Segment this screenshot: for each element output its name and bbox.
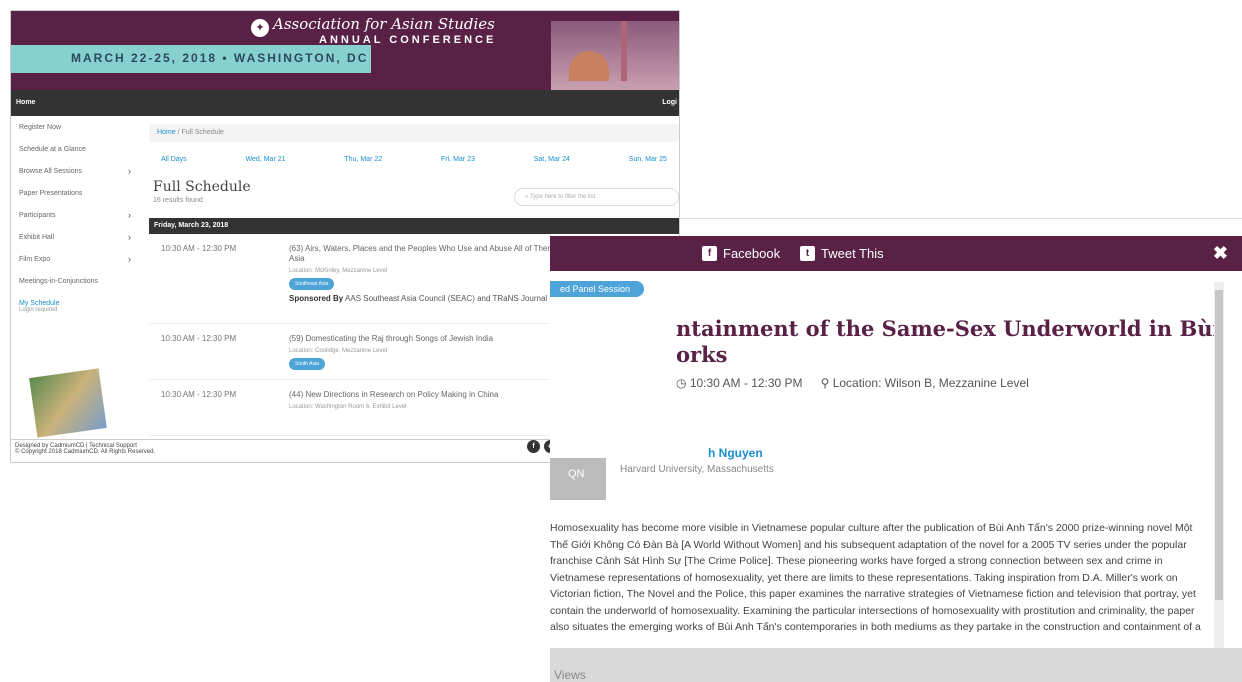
avatar: QN bbox=[550, 458, 606, 500]
session-tag[interactable]: Southeast Asia bbox=[289, 278, 335, 290]
banner-conf: ANNUAL CONFERENCE bbox=[319, 34, 497, 46]
conference-banner: ✦ Association for Asian Studies ANNUAL C… bbox=[11, 11, 679, 90]
sidebar-item-label: Browse All Sessions bbox=[19, 168, 83, 175]
sidebar-item-label: Exhibit Hall bbox=[19, 234, 55, 241]
day-header: Friday, March 23, 2018 bbox=[149, 218, 679, 234]
facebook-label: Facebook bbox=[723, 246, 781, 261]
top-nav: Home Logi bbox=[11, 90, 679, 116]
tab-thu[interactable]: Thu, Mar 22 bbox=[344, 156, 382, 163]
breadcrumb-current: Full Schedule bbox=[181, 129, 224, 136]
session-location-meta: ⚲ Location: Wilson B, Mezzanine Level bbox=[821, 376, 1029, 390]
map-pin-icon: ⚲ bbox=[820, 376, 830, 390]
filter-placeholder: Type here to filter the list bbox=[529, 194, 596, 200]
session-time: 10:30 AM - 12:30 PM bbox=[161, 244, 237, 253]
session-meta: ◷ 10:30 AM - 12:30 PM ⚲ Location: Wilson… bbox=[676, 376, 1029, 390]
sidebar-item-meetings[interactable]: Meetings-in-Conjunctions bbox=[11, 270, 141, 292]
banner-org: Association for Asian Studies bbox=[273, 15, 495, 33]
scrollbar-thumb[interactable] bbox=[1215, 290, 1223, 600]
capitol-illustration bbox=[551, 21, 679, 90]
views-section: Views bbox=[550, 648, 1242, 682]
sidebar-item-label: Participants bbox=[19, 212, 56, 219]
tab-fri[interactable]: Fri, Mar 23 bbox=[441, 156, 475, 163]
session-time-meta: ◷ 10:30 AM - 12:30 PM bbox=[676, 376, 803, 390]
facebook-icon: f bbox=[702, 246, 717, 261]
breadcrumb-home[interactable]: Home bbox=[157, 129, 176, 136]
chevron-right-icon: › bbox=[128, 166, 131, 176]
chevron-right-icon: › bbox=[128, 210, 131, 220]
sponsor-label: Sponsored By bbox=[289, 294, 344, 303]
session-type-badge: ed Panel Session bbox=[550, 281, 645, 297]
sidebar-item-participants[interactable]: Participants › bbox=[11, 204, 141, 226]
location-value: Location: Wilson B, Mezzanine Level bbox=[832, 376, 1029, 390]
sidebar-item-label: Film Expo bbox=[19, 256, 51, 263]
tab-wed[interactable]: Wed, Mar 21 bbox=[246, 156, 286, 163]
sidebar-item-my-schedule[interactable]: My Schedule bbox=[11, 292, 141, 307]
promo-thumbnail[interactable] bbox=[29, 368, 107, 438]
sidebar-item-browse-sessions[interactable]: Browse All Sessions › bbox=[11, 160, 141, 182]
facebook-icon[interactable]: f bbox=[527, 440, 540, 453]
divider-line bbox=[680, 218, 1242, 219]
session-title-line1: ntainment of the Same-Sex Underworld in … bbox=[676, 316, 1221, 341]
sidebar-item-label: Schedule at a Glance bbox=[19, 146, 86, 153]
modal-share-bar: f Facebook t Tweet This ✖ bbox=[550, 236, 1242, 271]
sidebar-item-paper-presentations[interactable]: Paper Presentations bbox=[11, 182, 141, 204]
clock-icon: ◷ bbox=[676, 376, 687, 390]
nav-login-link[interactable]: Logi bbox=[662, 99, 677, 106]
sidebar-item-label: Paper Presentations bbox=[19, 190, 83, 197]
sidebar-item-register[interactable]: Register Now bbox=[11, 116, 141, 138]
time-value: 10:30 AM - 12:30 PM bbox=[689, 376, 803, 390]
facebook-share-button[interactable]: f Facebook bbox=[702, 246, 780, 261]
session-tag[interactable]: South Asia bbox=[289, 358, 325, 370]
chevron-right-icon: › bbox=[128, 254, 131, 264]
sidebar: Register Now Schedule at a Glance Browse… bbox=[11, 116, 141, 313]
tab-all-days[interactable]: All Days bbox=[161, 156, 187, 163]
session-title-line2: orks bbox=[676, 342, 728, 367]
session-time: 10:30 AM - 12:30 PM bbox=[161, 390, 237, 399]
chevron-right-icon: › bbox=[128, 232, 131, 242]
modal-scrollbar[interactable] bbox=[1214, 282, 1224, 652]
tweet-button[interactable]: t Tweet This bbox=[800, 246, 884, 261]
presenter-affiliation: Harvard University, Massachusetts bbox=[620, 464, 774, 475]
filter-input[interactable]: ⌕ Type here to filter the list bbox=[514, 188, 679, 206]
search-icon: ⌕ bbox=[525, 194, 529, 200]
sidebar-item-exhibit-hall[interactable]: Exhibit Hall › bbox=[11, 226, 141, 248]
tab-sat[interactable]: Sat, Mar 24 bbox=[534, 156, 570, 163]
presenter-name[interactable]: h Nguyen bbox=[708, 446, 763, 460]
session-title: ntainment of the Same-Sex Underworld in … bbox=[676, 316, 1220, 368]
day-tabs: All Days Wed, Mar 21 Thu, Mar 22 Fri, Ma… bbox=[149, 156, 679, 163]
sidebar-item-label: Meetings-in-Conjunctions bbox=[19, 278, 98, 285]
tab-sun[interactable]: Sun, Mar 25 bbox=[629, 156, 667, 163]
login-required-note: Login required bbox=[19, 307, 58, 313]
tweet-label: Tweet This bbox=[821, 246, 884, 261]
nav-home-link[interactable]: Home bbox=[16, 99, 35, 106]
aas-logo-icon: ✦ bbox=[251, 19, 269, 37]
sponsor-name: AAS Southeast Asia Council (SEAC) and TR… bbox=[345, 294, 548, 303]
session-abstract: Homosexuality has become more visible in… bbox=[550, 522, 1201, 633]
twitter-icon: t bbox=[800, 246, 815, 261]
session-time: 10:30 AM - 12:30 PM bbox=[161, 334, 237, 343]
breadcrumb: Home / Full Schedule bbox=[149, 124, 679, 142]
session-detail-modal: f Facebook t Tweet This ✖ ed Panel Session… bbox=[550, 236, 1242, 682]
close-icon[interactable]: ✖ bbox=[1213, 243, 1228, 264]
sidebar-item-film-expo[interactable]: Film Expo › bbox=[11, 248, 141, 270]
sidebar-item-label: Register Now bbox=[19, 124, 62, 131]
banner-dates: MARCH 22-25, 2018 • WASHINGTON, DC bbox=[71, 51, 369, 65]
sidebar-item-schedule-glance[interactable]: Schedule at a Glance bbox=[11, 138, 141, 160]
